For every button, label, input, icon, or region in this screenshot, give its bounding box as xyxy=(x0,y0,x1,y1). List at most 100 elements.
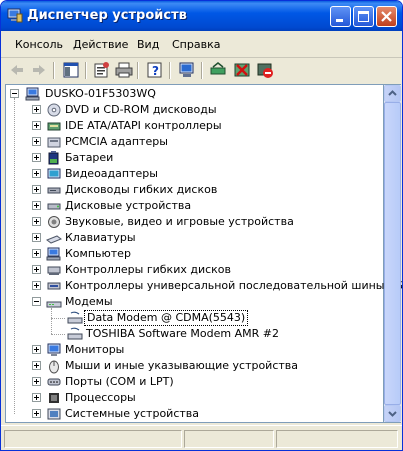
scroll-down-button[interactable] xyxy=(384,405,401,422)
system-device-icon xyxy=(47,408,61,420)
minimize-button[interactable] xyxy=(330,6,351,27)
tree-category[interactable]: IDE ATA/ATAPI контроллеры xyxy=(6,118,384,134)
tree-category[interactable]: Звуковые, видео и игровые устройства xyxy=(6,214,384,230)
category-label: PCMCIA адаптеры xyxy=(65,135,168,148)
update-driver-icon[interactable] xyxy=(208,60,228,80)
usb-icon xyxy=(47,282,61,290)
device-tree[interactable]: DUSKO-01F5303WQ DVD и CD-ROM дисководы ID… xyxy=(5,84,402,423)
tree-category[interactable]: DVD и CD-ROM дисководы xyxy=(6,102,384,118)
expand-toggle[interactable] xyxy=(32,345,41,354)
tree-category[interactable]: Компьютер xyxy=(6,246,384,262)
expand-toggle[interactable] xyxy=(32,281,41,290)
tree-category[interactable]: Контроллеры универсальной последовательн… xyxy=(6,278,402,294)
close-icon xyxy=(381,11,392,22)
chevron-up-icon xyxy=(388,90,397,96)
tree-category[interactable]: Дисковые устройства xyxy=(6,198,384,214)
tree-category[interactable]: Видеоадаптеры xyxy=(6,166,384,182)
cdrom-icon xyxy=(47,103,61,117)
category-label: Звуковые, видео и игровые устройства xyxy=(65,215,294,228)
tree-category[interactable]: Батареи xyxy=(6,150,384,166)
expand-toggle[interactable] xyxy=(32,393,41,402)
tree-category[interactable]: Дисководы гибких дисков xyxy=(6,182,384,198)
menu-view[interactable]: Вид xyxy=(137,38,159,51)
display-adapter-icon xyxy=(47,168,61,179)
expand-toggle[interactable] xyxy=(32,361,41,370)
print-icon[interactable] xyxy=(114,60,134,80)
maximize-icon xyxy=(358,11,369,22)
expand-toggle[interactable] xyxy=(32,233,41,242)
mouse-icon xyxy=(49,360,59,374)
status-pane-3 xyxy=(276,430,398,448)
status-pane-2 xyxy=(184,430,274,448)
show-hide-tree-icon[interactable] xyxy=(61,60,81,80)
modem-device-icon xyxy=(67,311,83,324)
vertical-scrollbar[interactable] xyxy=(384,84,401,423)
expand-toggle[interactable] xyxy=(32,169,41,178)
tree-category[interactable]: Модемы xyxy=(6,294,384,310)
expand-toggle[interactable] xyxy=(32,105,41,114)
help-icon[interactable]: ? xyxy=(145,60,165,80)
category-label: Мыши и иные указывающие устройства xyxy=(65,359,299,372)
menu-console[interactable]: Консоль xyxy=(15,38,63,51)
category-label: Клавиатуры xyxy=(65,231,136,244)
tree-device[interactable]: Data Modem @ CDMA(5543) xyxy=(6,310,384,326)
modem-device-icon xyxy=(67,327,83,340)
tree-category[interactable]: Контроллеры гибких дисков xyxy=(6,262,384,278)
sound-icon xyxy=(48,216,60,228)
category-label: Модемы xyxy=(65,295,113,308)
expand-toggle[interactable] xyxy=(32,201,41,210)
expand-toggle[interactable] xyxy=(32,153,41,162)
collapse-toggle[interactable] xyxy=(32,297,41,306)
monitor-icon xyxy=(47,343,61,356)
battery-icon xyxy=(48,151,59,165)
forward-icon[interactable] xyxy=(29,60,49,80)
expand-toggle[interactable] xyxy=(32,249,41,258)
tree-category[interactable]: Клавиатуры xyxy=(6,230,384,246)
tree-category[interactable]: Порты (COM и LPT) xyxy=(6,374,384,390)
uninstall-icon[interactable] xyxy=(232,60,252,80)
expand-toggle[interactable] xyxy=(32,137,41,146)
scan-hardware-icon[interactable] xyxy=(177,60,197,80)
collapse-toggle[interactable] xyxy=(10,89,19,98)
menu-action[interactable]: Действие xyxy=(73,38,128,51)
category-label: Видеоадаптеры xyxy=(65,167,158,180)
port-icon xyxy=(47,378,61,386)
category-label: Порты (COM и LPT) xyxy=(65,375,174,388)
scroll-thumb[interactable] xyxy=(384,102,401,405)
computer-icon xyxy=(25,87,40,101)
back-icon[interactable] xyxy=(7,60,27,80)
expand-toggle[interactable] xyxy=(32,217,41,226)
title-bar[interactable]: Диспетчер устройств xyxy=(1,1,402,31)
tree-category[interactable]: Процессоры xyxy=(6,390,384,406)
category-label: Контроллеры универсальной последовательн… xyxy=(65,279,403,292)
chevron-down-icon xyxy=(388,411,397,417)
menu-help[interactable]: Справка xyxy=(172,38,220,51)
disk-drive-icon xyxy=(47,203,61,210)
tree-category[interactable]: Мониторы xyxy=(6,342,384,358)
pcmcia-icon xyxy=(47,137,61,148)
category-label: Дисководы гибких дисков xyxy=(65,183,218,196)
expand-toggle[interactable] xyxy=(32,121,41,130)
tree-device[interactable]: TOSHIBA Software Modem AMR #2 xyxy=(6,326,384,342)
floppy-icon xyxy=(47,187,61,194)
close-button[interactable] xyxy=(376,6,397,27)
category-label: Батареи xyxy=(65,151,114,164)
keyboard-icon xyxy=(46,235,62,244)
scroll-up-button[interactable] xyxy=(384,85,401,102)
expand-toggle[interactable] xyxy=(32,265,41,274)
expand-toggle[interactable] xyxy=(32,185,41,194)
processor-icon xyxy=(49,393,59,403)
tree-category[interactable]: Системные устройства xyxy=(6,406,384,422)
expand-toggle[interactable] xyxy=(32,377,41,386)
expand-toggle[interactable] xyxy=(32,409,41,418)
disable-icon[interactable] xyxy=(255,60,275,80)
floppy-controller-icon xyxy=(47,266,61,275)
computer-icon xyxy=(46,247,61,261)
tree-category[interactable]: PCMCIA адаптеры xyxy=(6,134,384,150)
tree-category[interactable]: Мыши и иные указывающие устройства xyxy=(6,358,384,374)
maximize-button[interactable] xyxy=(353,6,374,27)
tree-root[interactable]: DUSKO-01F5303WQ xyxy=(6,86,384,102)
ide-controller-icon xyxy=(47,122,61,131)
properties-icon[interactable] xyxy=(91,60,111,80)
category-label: Дисковые устройства xyxy=(65,199,192,212)
